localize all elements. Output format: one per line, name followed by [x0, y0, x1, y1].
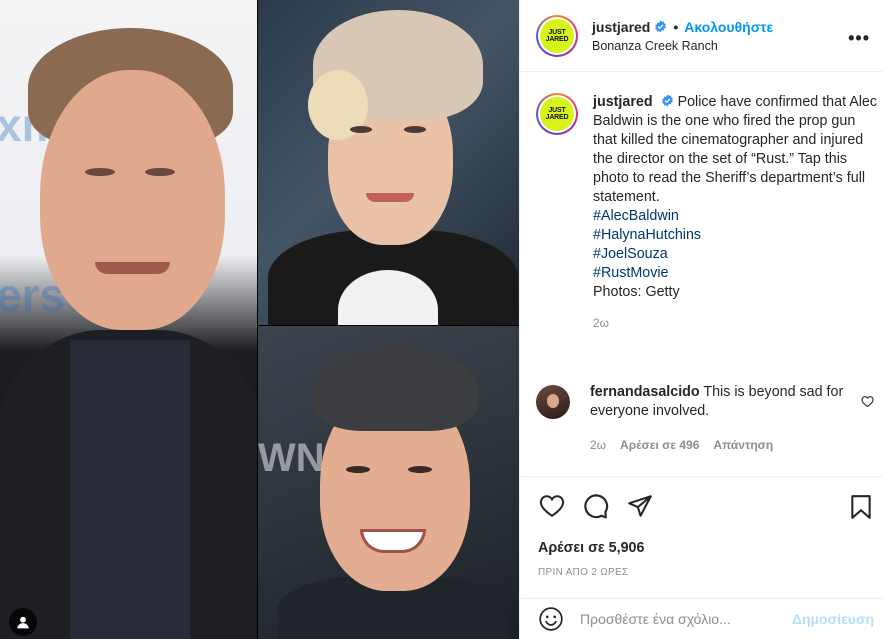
- caption-text: Police have confirmed that Alec Baldwin …: [593, 94, 878, 205]
- add-comment-bar: Προσθέστε ένα σχόλιο... Δημοσίευση: [520, 598, 883, 639]
- verified-badge-icon: [655, 20, 667, 33]
- tagged-users-icon[interactable]: [9, 608, 37, 636]
- reply-button[interactable]: Απάντηση: [713, 436, 773, 455]
- like-heart-icon[interactable]: [538, 493, 566, 519]
- like-comment-heart-icon[interactable]: [861, 395, 874, 408]
- comment-timestamp[interactable]: 2ω: [590, 436, 606, 455]
- caption-username[interactable]: justjared: [593, 94, 653, 110]
- hashtag-link[interactable]: #HalynaHutchins: [593, 226, 878, 245]
- post-timestamp[interactable]: ΠΡΙΝ ΑΠΟ 2 ΩΡΕΣ: [538, 567, 628, 578]
- post-actions: Αρέσει σε 5,906 ΠΡΙΝ ΑΠΟ 2 ΩΡΕΣ: [520, 476, 883, 586]
- post-image[interactable]: xm ers WN: [0, 0, 519, 639]
- commenter-username[interactable]: fernandasalcido: [590, 384, 700, 400]
- verified-badge-icon: [661, 94, 673, 107]
- author-avatar[interactable]: JUST JARED: [536, 14, 578, 57]
- photo-panel-left: xm ers: [0, 0, 257, 639]
- post-header: JUST JARED justjared • Ακολουθήστε Bonan…: [520, 0, 883, 72]
- photo-panel-top-right: [258, 0, 519, 325]
- follow-button[interactable]: Ακολουθήστε: [684, 19, 773, 35]
- caption-author-avatar[interactable]: JUST JARED: [536, 93, 578, 135]
- post-comment-button[interactable]: Δημοσίευση: [792, 611, 874, 627]
- post-side-panel: JUST JARED justjared • Ακολουθήστε Bonan…: [519, 0, 883, 639]
- hashtag-link[interactable]: #AlecBaldwin: [593, 207, 878, 226]
- like-count[interactable]: Αρέσει σε 5,906: [538, 540, 644, 556]
- post-location[interactable]: Bonanza Creek Ranch: [592, 39, 773, 53]
- justjared-logo: JUST JARED: [540, 18, 574, 53]
- more-options-button[interactable]: •••: [848, 28, 870, 49]
- post-caption: JUST JARED justjared Police have confirm…: [536, 93, 878, 333]
- share-paper-plane-icon[interactable]: [626, 493, 654, 519]
- comment-input[interactable]: Προσθέστε ένα σχόλιο...: [580, 611, 792, 627]
- photo-panel-bottom-right: WN: [258, 326, 519, 639]
- hashtag-link[interactable]: #RustMovie: [593, 264, 878, 283]
- hashtag-link[interactable]: #JoelSouza: [593, 245, 878, 264]
- save-bookmark-icon[interactable]: [848, 493, 874, 521]
- caption-timestamp[interactable]: 2ω: [593, 314, 878, 333]
- comments-section[interactable]: JUST JARED justjared Police have confirm…: [520, 73, 883, 476]
- comment-bubble-icon[interactable]: [582, 493, 610, 519]
- separator-dot: •: [673, 18, 679, 35]
- comment-item: fernandasalcido This is beyond sad for e…: [536, 383, 876, 455]
- photo-credit: Photos: Getty: [593, 284, 680, 300]
- author-username[interactable]: justjared: [592, 19, 650, 35]
- comment-likes[interactable]: Αρέσει σε 496: [620, 436, 699, 455]
- justjared-logo: JUST JARED: [540, 97, 574, 131]
- commenter-avatar[interactable]: [536, 385, 570, 419]
- emoji-icon[interactable]: [538, 606, 564, 632]
